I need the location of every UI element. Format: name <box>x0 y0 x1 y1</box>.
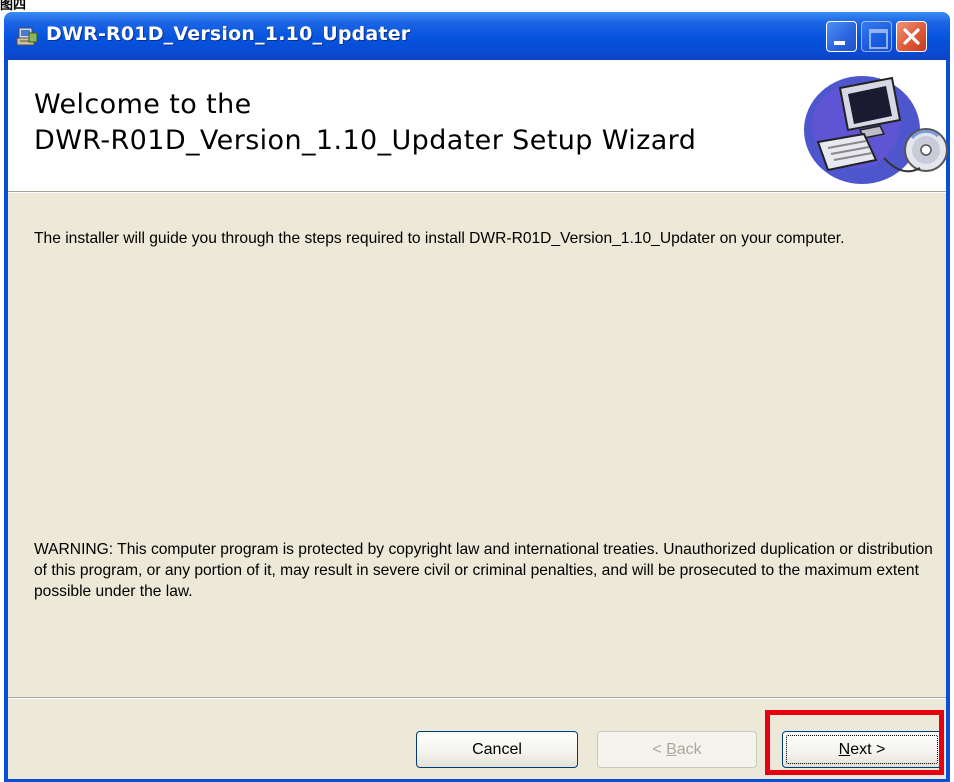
installer-icon <box>16 27 38 46</box>
wizard-heading: Welcome to the DWR-R01D_Version_1.10_Upd… <box>34 87 696 159</box>
copyright-warning-text: WARNING: This computer program is protec… <box>34 541 933 600</box>
close-x-glyph <box>903 28 920 45</box>
next-button-highlight <box>765 710 944 775</box>
title-bar[interactable]: DWR-R01D_Version_1.10_Updater <box>4 12 950 60</box>
maximize-icon <box>861 21 892 52</box>
back-accelerator: B <box>666 740 677 758</box>
heading-line-1: Welcome to the <box>34 89 252 120</box>
wizard-banner: Welcome to the DWR-R01D_Version_1.10_Upd… <box>8 60 948 193</box>
footer-divider <box>8 697 946 699</box>
computer-cd-icon <box>804 76 948 184</box>
close-icon[interactable] <box>896 21 927 52</box>
intro-text: The installer will guide you through the… <box>34 230 845 247</box>
cancel-button[interactable]: Cancel <box>416 731 578 768</box>
heading-line-2: DWR-R01D_Version_1.10_Updater Setup Wiza… <box>34 125 697 156</box>
window-title: DWR-R01D_Version_1.10_Updater <box>46 23 411 45</box>
minimize-icon[interactable] <box>826 21 857 52</box>
setup-wizard-window: DWR-R01D_Version_1.10_Updater Welcome to… <box>4 12 950 782</box>
dialog-client-area: Welcome to the DWR-R01D_Version_1.10_Upd… <box>8 60 948 779</box>
back-prefix: < <box>652 740 667 758</box>
back-button: < Back <box>597 731 757 768</box>
back-label-rest: ack <box>676 740 702 758</box>
